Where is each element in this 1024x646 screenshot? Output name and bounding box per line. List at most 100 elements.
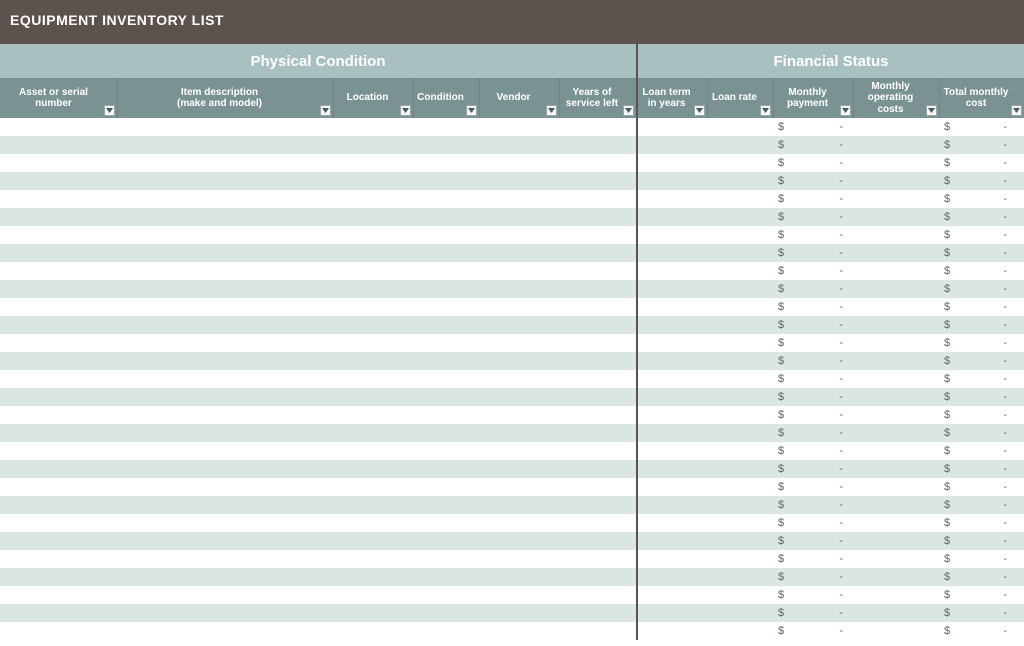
cell-monthly-payment[interactable]: $- — [774, 568, 854, 586]
table-row[interactable]: $-$- — [0, 172, 1024, 190]
cell-physical-blank[interactable] — [0, 370, 638, 388]
cell-total-cost[interactable]: $- — [940, 172, 1024, 190]
cell-loan-term[interactable] — [638, 388, 708, 406]
table-row[interactable]: $-$- — [0, 298, 1024, 316]
cell-operating-costs[interactable] — [854, 622, 940, 640]
cell-monthly-payment[interactable]: $- — [774, 424, 854, 442]
cell-physical-blank[interactable] — [0, 316, 638, 334]
cell-loan-rate[interactable] — [708, 208, 774, 226]
cell-loan-rate[interactable] — [708, 496, 774, 514]
cell-monthly-payment[interactable]: $- — [774, 532, 854, 550]
cell-loan-term[interactable] — [638, 532, 708, 550]
cell-operating-costs[interactable] — [854, 208, 940, 226]
cell-loan-rate[interactable] — [708, 550, 774, 568]
cell-physical-blank[interactable] — [0, 604, 638, 622]
filter-monthly-payment[interactable] — [840, 105, 851, 116]
cell-total-cost[interactable]: $- — [940, 586, 1024, 604]
cell-monthly-payment[interactable]: $- — [774, 244, 854, 262]
cell-loan-rate[interactable] — [708, 298, 774, 316]
cell-loan-rate[interactable] — [708, 226, 774, 244]
cell-operating-costs[interactable] — [854, 532, 940, 550]
cell-monthly-payment[interactable]: $- — [774, 118, 854, 136]
cell-loan-term[interactable] — [638, 298, 708, 316]
table-row[interactable]: $-$- — [0, 568, 1024, 586]
cell-loan-rate[interactable] — [708, 352, 774, 370]
cell-loan-term[interactable] — [638, 406, 708, 424]
filter-asset[interactable] — [104, 105, 115, 116]
cell-physical-blank[interactable] — [0, 208, 638, 226]
cell-monthly-payment[interactable]: $- — [774, 262, 854, 280]
cell-operating-costs[interactable] — [854, 298, 940, 316]
cell-loan-rate[interactable] — [708, 370, 774, 388]
cell-physical-blank[interactable] — [0, 262, 638, 280]
cell-loan-term[interactable] — [638, 226, 708, 244]
cell-loan-term[interactable] — [638, 316, 708, 334]
cell-loan-rate[interactable] — [708, 622, 774, 640]
cell-total-cost[interactable]: $- — [940, 388, 1024, 406]
cell-physical-blank[interactable] — [0, 352, 638, 370]
cell-total-cost[interactable]: $- — [940, 208, 1024, 226]
table-row[interactable]: $-$- — [0, 190, 1024, 208]
cell-loan-rate[interactable] — [708, 478, 774, 496]
cell-operating-costs[interactable] — [854, 244, 940, 262]
cell-loan-term[interactable] — [638, 280, 708, 298]
cell-total-cost[interactable]: $- — [940, 442, 1024, 460]
filter-loan-term[interactable] — [694, 105, 705, 116]
cell-loan-term[interactable] — [638, 334, 708, 352]
table-row[interactable]: $- $- — [0, 370, 1024, 388]
cell-monthly-payment[interactable]: $- — [774, 460, 854, 478]
cell-loan-term[interactable] — [638, 550, 708, 568]
cell-loan-term[interactable] — [638, 262, 708, 280]
filter-loan-rate[interactable] — [760, 105, 771, 116]
filter-total-cost[interactable] — [1011, 105, 1022, 116]
cell-physical-blank[interactable] — [0, 154, 638, 172]
table-row[interactable]: $-$- — [0, 388, 1024, 406]
cell-monthly-payment[interactable]: $- — [774, 370, 854, 388]
cell-physical-blank[interactable] — [0, 622, 638, 640]
cell-monthly-payment[interactable]: $- — [774, 298, 854, 316]
cell-physical-blank[interactable] — [0, 190, 638, 208]
table-row[interactable]: $-$- — [0, 334, 1024, 352]
table-row[interactable]: $-$- — [0, 280, 1024, 298]
table-row[interactable]: $- $- — [0, 118, 1024, 136]
cell-physical-blank[interactable] — [0, 136, 638, 154]
cell-monthly-payment[interactable]: $- — [774, 208, 854, 226]
cell-monthly-payment[interactable]: $- — [774, 442, 854, 460]
cell-physical-blank[interactable] — [0, 586, 638, 604]
table-row[interactable]: $-$- — [0, 460, 1024, 478]
cell-physical-blank[interactable] — [0, 226, 638, 244]
cell-loan-rate[interactable] — [708, 514, 774, 532]
cell-physical-blank[interactable] — [0, 388, 638, 406]
table-row[interactable]: $-$- — [0, 604, 1024, 622]
cell-monthly-payment[interactable]: $- — [774, 622, 854, 640]
cell-loan-rate[interactable] — [708, 190, 774, 208]
table-row[interactable]: $- $- — [0, 532, 1024, 550]
cell-total-cost[interactable]: $- — [940, 370, 1024, 388]
cell-operating-costs[interactable] — [854, 388, 940, 406]
cell-monthly-payment[interactable]: $- — [774, 154, 854, 172]
filter-vendor[interactable] — [546, 105, 557, 116]
cell-physical-blank[interactable] — [0, 568, 638, 586]
cell-total-cost[interactable]: $- — [940, 532, 1024, 550]
cell-operating-costs[interactable] — [854, 478, 940, 496]
filter-years[interactable] — [623, 105, 634, 116]
table-row[interactable]: $-$- — [0, 262, 1024, 280]
cell-physical-blank[interactable] — [0, 298, 638, 316]
cell-total-cost[interactable]: $- — [940, 604, 1024, 622]
cell-operating-costs[interactable] — [854, 136, 940, 154]
table-row[interactable]: $-$- — [0, 226, 1024, 244]
cell-loan-rate[interactable] — [708, 406, 774, 424]
cell-total-cost[interactable]: $- — [940, 118, 1024, 136]
cell-loan-rate[interactable] — [708, 442, 774, 460]
cell-total-cost[interactable]: $- — [940, 352, 1024, 370]
cell-loan-rate[interactable] — [708, 604, 774, 622]
cell-operating-costs[interactable] — [854, 118, 940, 136]
cell-loan-rate[interactable] — [708, 586, 774, 604]
table-row[interactable]: $-$- — [0, 622, 1024, 640]
cell-operating-costs[interactable] — [854, 190, 940, 208]
cell-monthly-payment[interactable]: $- — [774, 136, 854, 154]
cell-loan-term[interactable] — [638, 622, 708, 640]
cell-loan-rate[interactable] — [708, 316, 774, 334]
cell-loan-rate[interactable] — [708, 172, 774, 190]
cell-operating-costs[interactable] — [854, 154, 940, 172]
